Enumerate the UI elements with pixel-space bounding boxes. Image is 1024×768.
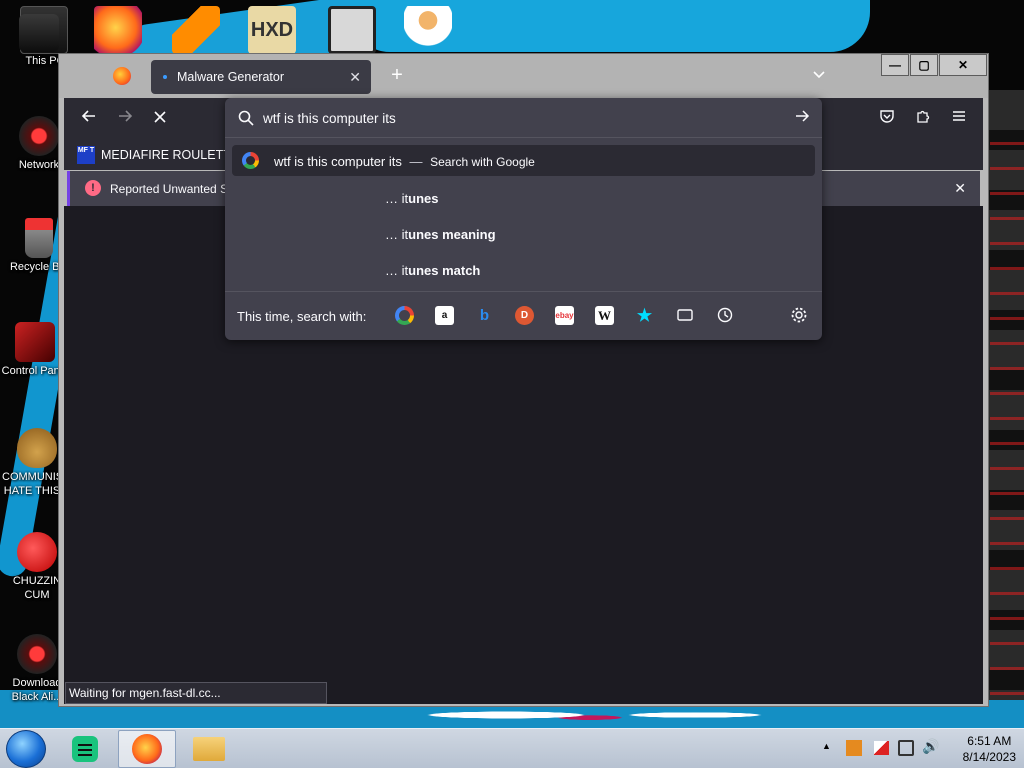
system-tray: ▲ 🔊: [820, 729, 950, 768]
clock-date: 8/14/2023: [962, 750, 1016, 764]
wikipedia-icon[interactable]: W: [595, 306, 614, 325]
address-bar[interactable]: [225, 98, 822, 138]
google-icon[interactable]: [395, 306, 414, 325]
suggestion-completion: unes meaning: [408, 227, 496, 242]
pocket-icon: [880, 110, 894, 123]
notes-icon: [72, 736, 98, 762]
computer-icon: [19, 14, 59, 52]
desktop-icon-label: Network: [18, 159, 60, 171]
suggestion-prefix: … it: [385, 227, 409, 242]
firefox-view-icon[interactable]: [113, 67, 131, 85]
network-icon: [17, 634, 57, 674]
ebay-icon[interactable]: ebay: [555, 306, 574, 325]
address-input[interactable]: [263, 111, 763, 126]
forward-button[interactable]: [112, 106, 138, 132]
start-button[interactable]: [6, 730, 46, 768]
taskbar-file-explorer[interactable]: [180, 730, 238, 768]
bookmarks-star-icon[interactable]: ★: [635, 306, 654, 325]
hamburger-menu-icon: [953, 111, 965, 121]
minimize-button[interactable]: —: [881, 54, 909, 76]
history-icon[interactable]: [715, 306, 734, 325]
clock-time: 6:51 AM: [967, 734, 1012, 748]
close-icon: [154, 111, 166, 123]
chevron-up-icon[interactable]: ▲: [822, 741, 831, 751]
maximize-button[interactable]: ▢: [910, 54, 938, 76]
control-panel-icon: [15, 322, 55, 362]
tab-malware-generator[interactable]: Malware Generator ✕: [151, 60, 371, 94]
clock[interactable]: 6:51 AM 8/14/2023: [963, 733, 1016, 765]
suggestion-itunes-meaning[interactable]: … itunes meaning: [385, 227, 496, 242]
maze-app-icon[interactable]: [328, 6, 376, 54]
amazon-icon[interactable]: a: [435, 306, 454, 325]
firefox-icon: [132, 734, 162, 764]
suggestion-itunes-match[interactable]: … itunes match: [385, 263, 480, 278]
stop-loading-button[interactable]: [147, 106, 173, 132]
firefox-desktop-icon[interactable]: [94, 6, 142, 54]
suggestion-completion: unes: [408, 191, 439, 206]
network-tray-icon[interactable]: [898, 740, 914, 756]
app-menu-button[interactable]: [948, 108, 970, 130]
tabs-icon[interactable]: [675, 306, 694, 325]
taskbar-notes-app[interactable]: [56, 730, 114, 768]
hxd-desktop-icon[interactable]: HXD: [248, 6, 296, 54]
separator: —: [409, 154, 423, 169]
folder-icon: [193, 737, 225, 761]
search-icon: [238, 110, 254, 126]
puzzle-icon: [917, 110, 930, 123]
search-with-label: This time, search with:: [237, 309, 367, 324]
suggestion-prefix: … it: [385, 191, 409, 206]
suggestion-action: Search with Google: [430, 155, 535, 169]
close-window-button[interactable]: ✕: [939, 54, 987, 76]
taskbar-firefox[interactable]: [118, 730, 176, 768]
extensions-button[interactable]: [912, 108, 934, 130]
money-bag-icon: [17, 428, 57, 468]
chevron-down-icon[interactable]: [811, 66, 827, 82]
pocket-button[interactable]: [876, 108, 898, 130]
security-tray-icon[interactable]: [846, 740, 862, 756]
forward-arrow-icon: [119, 110, 133, 122]
alert-icon: !: [85, 180, 101, 196]
doctor-app-icon[interactable]: [404, 6, 452, 54]
suggestion-text: wtf is this computer its — Search with G…: [274, 154, 535, 169]
status-panel: Waiting for mgen.fast-dl.cc...: [65, 682, 327, 704]
mediafire-bookmark-icon: MF T: [77, 146, 95, 164]
new-tab-button[interactable]: +: [385, 64, 409, 88]
vlc-desktop-icon[interactable]: [172, 6, 220, 54]
loading-dot-icon: [163, 75, 167, 79]
back-button[interactable]: [76, 106, 102, 132]
back-arrow-icon: [81, 110, 95, 122]
suggestion-itunes[interactable]: … itunes: [385, 191, 438, 206]
go-arrow-icon[interactable]: [794, 108, 810, 129]
taskbar: ▲ 🔊 6:51 AM 8/14/2023: [0, 728, 1024, 768]
close-notification-icon[interactable]: ✕: [954, 180, 966, 197]
tab-title: Malware Generator: [177, 70, 284, 84]
google-icon: [242, 152, 259, 169]
duckduckgo-icon[interactable]: D: [515, 306, 534, 325]
suggestion-completion: unes match: [408, 263, 481, 278]
desktop-icon-label: COMMUNISTS HATE THIS: [2, 471, 62, 497]
bing-icon[interactable]: b: [475, 306, 494, 325]
title-bar[interactable]: Malware Generator ✕ + — ▢ ✕: [59, 54, 988, 98]
recycle-bin-icon: [25, 218, 53, 258]
chuzzle-icon: [17, 532, 57, 572]
action-center-flag-icon[interactable]: [874, 741, 889, 755]
suggestion-prefix: … it: [385, 263, 409, 278]
gear-icon[interactable]: [790, 306, 810, 326]
suggestion-query: wtf is this computer its: [274, 154, 402, 169]
suggestion-search-with-google[interactable]: wtf is this computer its — Search with G…: [232, 145, 815, 176]
volume-icon[interactable]: 🔊: [922, 738, 939, 755]
network-icon: [19, 116, 59, 156]
close-tab-icon[interactable]: ✕: [349, 69, 361, 86]
one-off-search-bar: This time, search with: a b D ebay W ★: [225, 291, 822, 340]
address-bar-dropdown: wtf is this computer its — Search with G…: [225, 98, 822, 340]
